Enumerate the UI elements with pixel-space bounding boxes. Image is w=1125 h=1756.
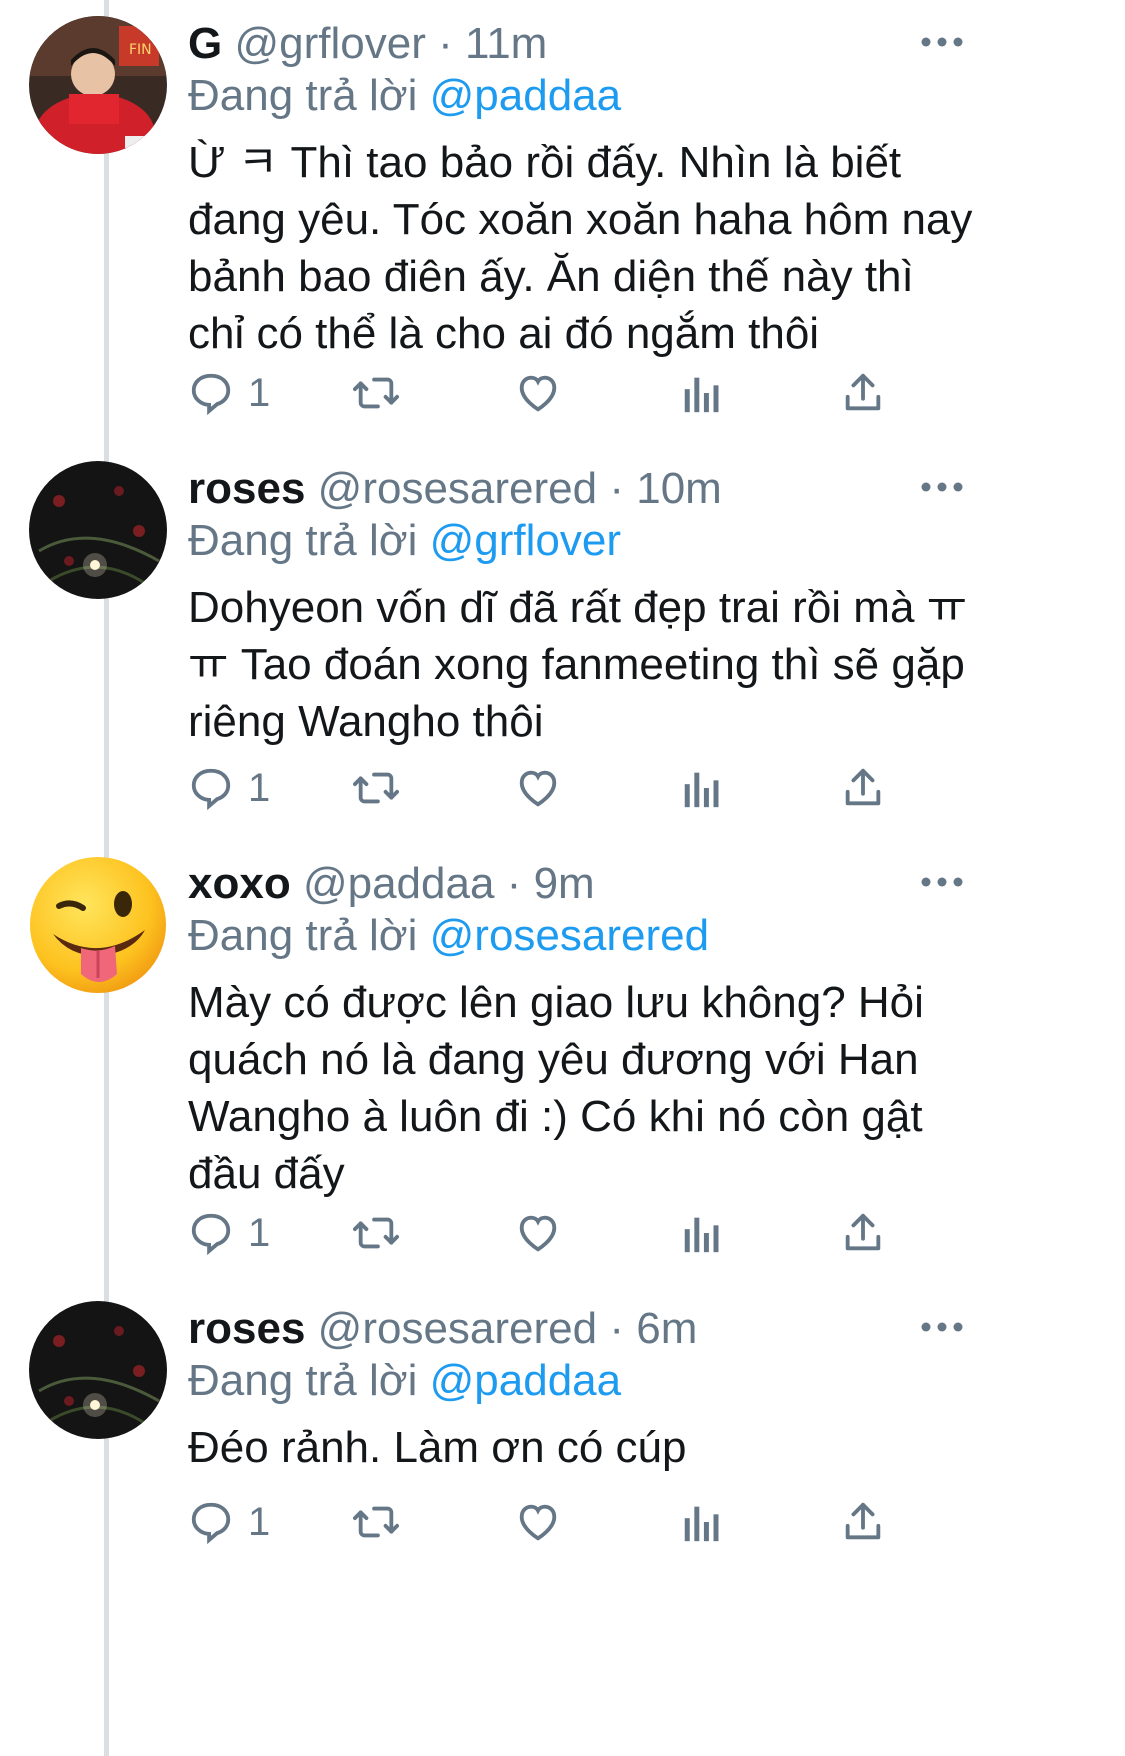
reply-count: 1 xyxy=(248,1499,271,1544)
reply-count: 1 xyxy=(248,370,271,415)
tweet-actions: 1 xyxy=(188,363,1008,423)
share-button[interactable] xyxy=(840,363,886,423)
display-name[interactable]: G xyxy=(188,19,222,68)
retweet-icon xyxy=(350,370,402,416)
more-dots-icon[interactable] xyxy=(919,477,965,497)
tweet-actions: 1 xyxy=(188,1492,1008,1552)
replying-to-label: Đang trả lời xyxy=(188,911,418,960)
tweet-actions: 1 xyxy=(188,758,1008,818)
user-handle[interactable]: @rosesarered xyxy=(318,1304,597,1353)
tweet[interactable]: roses @rosesarered · 6m Đang trả lời @pa… xyxy=(0,1285,1125,1756)
replying-to: Đang trả lời @paddaa xyxy=(188,68,621,124)
tweet-text: Mày có được lên giao lưu không? Hỏi quác… xyxy=(188,978,924,1198)
share-upload-icon xyxy=(840,765,886,811)
like-button[interactable] xyxy=(515,363,561,423)
retweet-button[interactable] xyxy=(350,1492,402,1552)
mention-link[interactable]: @grflover xyxy=(430,516,621,565)
avatar[interactable] xyxy=(29,461,167,599)
display-name[interactable]: roses xyxy=(188,1304,305,1353)
heart-icon xyxy=(515,1210,561,1256)
more-dots-icon[interactable] xyxy=(919,32,965,52)
tweet[interactable]: roses @rosesarered · 10m Đang trả lời @g… xyxy=(0,445,1125,840)
mention-link[interactable]: @rosesarered xyxy=(430,911,709,960)
reply-bubble-icon xyxy=(188,370,234,416)
analytics-bars-icon xyxy=(682,1499,722,1545)
analytics-bars-icon xyxy=(682,1210,722,1256)
avatar[interactable] xyxy=(29,1301,167,1439)
analytics-bars-icon xyxy=(682,370,722,416)
mention-link[interactable]: @paddaa xyxy=(430,1356,622,1405)
reply-bubble-icon xyxy=(188,765,234,811)
heart-icon xyxy=(515,765,561,811)
separator-dot: · xyxy=(506,859,522,908)
like-button[interactable] xyxy=(515,758,561,818)
like-button[interactable] xyxy=(515,1203,561,1263)
retweet-icon xyxy=(350,765,402,811)
tweet-header: xoxo @paddaa · 9m xyxy=(188,856,595,912)
timestamp[interactable]: 11m xyxy=(465,19,547,68)
timestamp[interactable]: 9m xyxy=(534,859,595,908)
retweet-icon xyxy=(350,1210,402,1256)
reply-bubble-icon xyxy=(188,1499,234,1545)
analytics-button[interactable] xyxy=(682,363,722,423)
analytics-button[interactable] xyxy=(682,758,722,818)
tweet[interactable]: xoxo @paddaa · 9m Đang trả lời @rosesare… xyxy=(0,840,1125,1285)
retweet-button[interactable] xyxy=(350,363,402,423)
tweet-text: Ừ ㅋ Thì tao bảo rồi đấy. Nhìn là biết đa… xyxy=(188,138,973,358)
share-upload-icon xyxy=(840,370,886,416)
reply-count: 1 xyxy=(248,765,271,810)
reply-button[interactable]: 1 xyxy=(188,1203,270,1263)
separator-dot: · xyxy=(438,19,453,68)
separator-dot: · xyxy=(609,464,624,513)
tweet[interactable]: FIN G @grflover · 11m Đang trả lời @padd… xyxy=(0,0,1125,445)
retweet-icon xyxy=(350,1499,402,1545)
display-name[interactable]: roses xyxy=(188,464,305,513)
share-upload-icon xyxy=(840,1499,886,1545)
timestamp[interactable]: 6m xyxy=(636,1304,697,1353)
tweet-header: G @grflover · 11m xyxy=(188,16,547,72)
timestamp[interactable]: 10m xyxy=(636,464,722,513)
tweet-text: Dohyeon vốn dĩ đã rất đẹp trai rồi mà ㅠ … xyxy=(188,583,968,746)
share-button[interactable] xyxy=(840,758,886,818)
heart-icon xyxy=(515,1499,561,1545)
tweet-actions: 1 xyxy=(188,1203,1008,1263)
replying-to-label: Đang trả lời xyxy=(188,516,418,565)
reply-button[interactable]: 1 xyxy=(188,1492,270,1552)
replying-to: Đang trả lời @grflover xyxy=(188,513,621,569)
display-name[interactable]: xoxo xyxy=(188,859,291,908)
share-button[interactable] xyxy=(840,1203,886,1263)
svg-text:FIN: FIN xyxy=(129,42,152,58)
share-upload-icon xyxy=(840,1210,886,1256)
analytics-button[interactable] xyxy=(682,1203,722,1263)
user-handle[interactable]: @grflover xyxy=(234,19,425,68)
reply-button[interactable]: 1 xyxy=(188,758,270,818)
tweet-text: Đéo rảnh. Làm ơn có cúp xyxy=(188,1423,687,1472)
like-button[interactable] xyxy=(515,1492,561,1552)
heart-icon xyxy=(515,370,561,416)
avatar[interactable]: FIN xyxy=(29,16,167,154)
user-handle[interactable]: @rosesarered xyxy=(318,464,597,513)
tweet-header: roses @rosesarered · 6m xyxy=(188,1301,697,1357)
retweet-button[interactable] xyxy=(350,1203,402,1263)
user-handle[interactable]: @paddaa xyxy=(303,859,495,908)
separator-dot: · xyxy=(609,1304,624,1353)
more-dots-icon[interactable] xyxy=(919,1317,965,1337)
more-dots-icon[interactable] xyxy=(919,872,965,892)
reply-count: 1 xyxy=(248,1210,271,1255)
reply-bubble-icon xyxy=(188,1210,234,1256)
analytics-bars-icon xyxy=(682,765,722,811)
reply-button[interactable]: 1 xyxy=(188,363,270,423)
replying-to: Đang trả lời @rosesarered xyxy=(188,908,709,964)
analytics-button[interactable] xyxy=(682,1492,722,1552)
avatar[interactable] xyxy=(29,856,167,994)
replying-to: Đang trả lời @paddaa xyxy=(188,1353,621,1409)
share-button[interactable] xyxy=(840,1492,886,1552)
retweet-button[interactable] xyxy=(350,758,402,818)
mention-link[interactable]: @paddaa xyxy=(430,71,622,120)
replying-to-label: Đang trả lời xyxy=(188,71,418,120)
tweet-header: roses @rosesarered · 10m xyxy=(188,461,722,517)
replying-to-label: Đang trả lời xyxy=(188,1356,418,1405)
